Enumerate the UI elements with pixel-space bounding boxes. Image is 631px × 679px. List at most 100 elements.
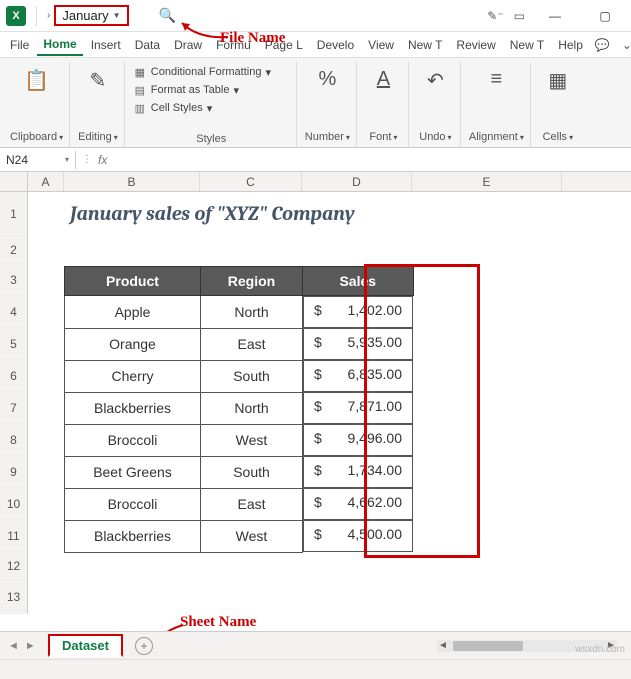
cell-region[interactable]: South [201,360,303,392]
cell-styles-label: Cell Styles [151,102,203,114]
table-row[interactable]: AppleNorth$1,402.00 [65,296,414,329]
cell-product[interactable]: Blackberries [65,392,201,424]
col-header-A[interactable]: A [28,172,64,191]
row-header[interactable]: 6 [0,360,28,392]
cell-region[interactable]: West [201,424,303,456]
ribbon-editing[interactable]: ✎ Editing▾ [72,62,125,147]
menu-help[interactable]: Help [552,35,589,55]
file-name-dropdown[interactable]: January ▼ [54,5,128,26]
cell-product[interactable]: Beet Greens [65,456,201,488]
ribbon-font[interactable]: A Font▾ [359,62,409,147]
row-header[interactable]: 3 [0,264,28,296]
cell-product[interactable]: Apple [65,296,201,329]
menu-file[interactable]: File [4,35,35,55]
sheet-tab-dataset[interactable]: Dataset [48,634,123,657]
header-region[interactable]: Region [201,267,303,296]
ribbon-alignment[interactable]: ≡ Alignment▾ [463,62,531,147]
table-row[interactable]: CherrySouth$6,835.00 [65,360,414,392]
menu-view[interactable]: View [362,35,400,55]
ribbon-undo[interactable]: ↶ Undo▾ [411,62,461,147]
row-header[interactable]: 9 [0,456,28,488]
conditional-formatting-button[interactable]: ▦Conditional Formatting ▾ [133,64,271,80]
add-sheet-button[interactable]: + [135,637,153,655]
cell-region[interactable]: South [201,456,303,488]
cell-region[interactable]: East [201,488,303,520]
next-tab-icon[interactable]: ► [23,638,38,654]
cell-product[interactable]: Broccoli [65,488,201,520]
cell-sales[interactable]: $5,935.00 [303,328,413,360]
cell-sales[interactable]: $9,496.00 [303,424,413,456]
col-header-D[interactable]: D [302,172,412,191]
tab-nav[interactable]: ◄► [6,638,38,654]
maximize-button[interactable]: ▢ [585,2,625,30]
menu-home[interactable]: Home [37,34,82,56]
draw-mode-icon[interactable]: ✎⁻ [487,9,503,23]
ribbon-options-icon[interactable]: ▭ [514,9,525,23]
col-header-B[interactable]: B [64,172,200,191]
row-header[interactable]: 11 [0,520,28,552]
menu-data[interactable]: Data [129,35,166,55]
name-box[interactable]: N24 ▾ [0,151,76,169]
cell-region[interactable]: North [201,392,303,424]
minimize-button[interactable]: — [535,2,575,30]
header-sales[interactable]: Sales [303,267,414,296]
formula-input[interactable] [113,153,625,167]
menu-review[interactable]: Review [450,35,501,55]
table-row[interactable]: Beet GreensSouth$1,734.00 [65,456,414,488]
cell-sales[interactable]: $4,662.00 [303,488,413,520]
cell-product[interactable]: Blackberries [65,520,201,552]
cell-product[interactable]: Broccoli [65,424,201,456]
cell-sales[interactable]: $7,871.00 [303,392,413,424]
prev-tab-icon[interactable]: ◄ [6,638,21,654]
table-row[interactable]: BroccoliWest$9,496.00 [65,424,414,456]
row-header[interactable]: 5 [0,328,28,360]
row-header[interactable]: 12 [0,552,28,580]
menu-developer[interactable]: Develo [311,35,360,55]
row-header[interactable]: 2 [0,236,28,264]
header-product[interactable]: Product [65,267,201,296]
cell-sales[interactable]: $1,402.00 [303,296,413,328]
cell-styles-button[interactable]: ▥Cell Styles ▾ [133,100,213,116]
format-as-table-button[interactable]: ▤Format as Table ▾ [133,82,239,98]
search-icon[interactable]: 🔍 [159,7,176,24]
row-header[interactable]: 7 [0,392,28,424]
cell-sales[interactable]: $6,835.00 [303,360,413,392]
row-header[interactable]: 10 [0,488,28,520]
excel-app-icon[interactable]: X [6,6,26,26]
table-row[interactable]: BlackberriesNorth$7,871.00 [65,392,414,424]
row-header[interactable]: 1 [0,192,28,236]
menu-newtab2[interactable]: New T [504,35,550,55]
sheet-title[interactable]: January sales of "XYZ" Company [64,192,562,236]
scroll-thumb[interactable] [453,641,523,651]
menu-insert[interactable]: Insert [85,35,127,55]
table-row[interactable]: OrangeEast$5,935.00 [65,328,414,360]
ribbon-clipboard[interactable]: 📋 Clipboard▾ [4,62,70,147]
cell-region[interactable]: North [201,296,303,329]
cell[interactable] [28,192,64,236]
col-header-C[interactable]: C [200,172,302,191]
table-row[interactable]: BlackberriesWest$4,500.00 [65,520,414,552]
cell-product[interactable]: Orange [65,328,201,360]
collapse-ribbon-icon[interactable]: ⌄ [618,36,631,54]
row-header[interactable]: 13 [0,580,28,614]
scroll-left-icon[interactable]: ◄ [437,640,449,651]
cell-sales[interactable]: $1,734.00 [303,456,413,488]
fx-label[interactable]: fx [98,153,107,167]
row-header[interactable]: 4 [0,296,28,328]
comments-icon[interactable]: 💬 [591,36,614,54]
cell-region[interactable]: East [201,328,303,360]
col-header-E[interactable]: E [412,172,562,191]
ribbon-number[interactable]: % Number▾ [299,62,357,147]
expand-fx-icon[interactable]: ⋮ [82,154,92,165]
chevron-right-icon[interactable]: › [43,10,54,21]
cell-region[interactable]: West [201,520,303,552]
cell-sales[interactable]: $4,500.00 [303,520,413,552]
ribbon-cells[interactable]: ▦ Cells▾ [533,62,583,147]
menu-newtab1[interactable]: New T [402,35,448,55]
select-all-corner[interactable] [0,172,28,191]
table-row[interactable]: BroccoliEast$4,662.00 [65,488,414,520]
row-header[interactable]: 8 [0,424,28,456]
cell-product[interactable]: Cherry [65,360,201,392]
menu-draw[interactable]: Draw [168,35,208,55]
worksheet-area[interactable]: 1 January sales of "XYZ" Company 2 3 4 5… [0,192,631,622]
